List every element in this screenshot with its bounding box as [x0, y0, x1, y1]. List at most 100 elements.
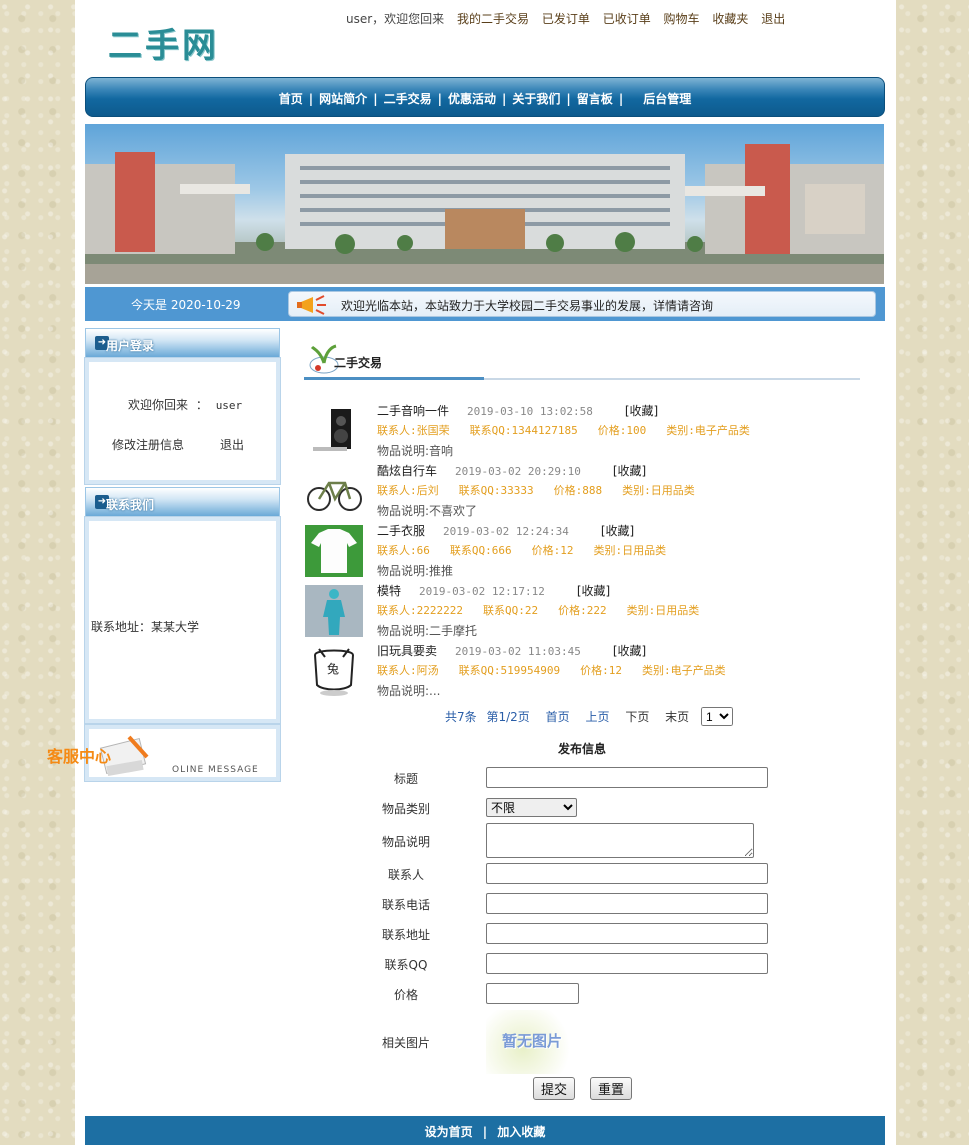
login-panel-body: 欢迎你回来 ： user 修改注册信息 退出: [84, 357, 281, 485]
goods-name[interactable]: 二手音响一件: [377, 404, 449, 418]
nav-intro[interactable]: 网站简介: [319, 92, 367, 106]
link-received-orders[interactable]: 已收订单: [603, 12, 651, 26]
goods-thumbnail-tshirt[interactable]: [305, 525, 363, 577]
nav-trade[interactable]: 二手交易: [384, 92, 432, 106]
login-welcome: 欢迎你回来 ： user: [128, 396, 242, 413]
link-logout[interactable]: 退出: [761, 12, 785, 26]
goods-name[interactable]: 模特: [377, 584, 401, 598]
today-date: 今天是 2020-10-29: [131, 298, 241, 312]
nav-separator: |: [502, 92, 507, 106]
set-homepage-link[interactable]: 设为首页: [425, 1125, 473, 1139]
online-message-panel[interactable]: OLINE MESSAGE: [84, 724, 281, 782]
pager-current: 第1/2页: [486, 709, 530, 724]
description-textarea[interactable]: [486, 823, 754, 858]
goods-item: 酷炫自行车 2019-03-02 20:29:10 [收藏] 联系人:后刘 联系QQ:…: [304, 462, 864, 522]
welcome-label: 欢迎你回来: [128, 398, 189, 412]
goods-qq: 联系QQ:666: [449, 544, 512, 557]
pager-first[interactable]: 首页: [546, 710, 570, 724]
goods-description: 物品说明:二手摩托: [377, 624, 478, 638]
favorite-button[interactable]: [收藏]: [613, 464, 646, 478]
edit-profile-link[interactable]: 修改注册信息: [112, 436, 184, 453]
nav-separator: |: [373, 92, 378, 106]
link-favorites[interactable]: 收藏夹: [712, 12, 748, 26]
favorite-button[interactable]: [收藏]: [601, 524, 634, 538]
contact-panel-header: ➜ 联系我们: [85, 487, 280, 517]
nav-separator: |: [437, 92, 442, 106]
pager-prev[interactable]: 上页: [585, 710, 609, 724]
nav-promotions[interactable]: 优惠活动: [448, 92, 496, 106]
page-container: 二手网 user，欢迎您回来 我的二手交易 已发订单 已收订单 购物车 收藏夹 …: [75, 0, 896, 1145]
bicycle-icon: [305, 465, 363, 517]
goods-thumbnail-bicycle[interactable]: [305, 465, 363, 517]
nav-home[interactable]: 首页: [279, 92, 303, 106]
goods-price: 价格:222: [558, 604, 607, 617]
qq-input[interactable]: [486, 953, 768, 974]
contact-input[interactable]: [486, 863, 768, 884]
contact-panel-title: 联系我们: [106, 498, 155, 512]
goods-date: 2019-03-02 12:17:12: [419, 585, 545, 598]
goods-date: 2019-03-02 20:29:10: [455, 465, 581, 478]
goods-thumbnail-figure[interactable]: [305, 585, 363, 637]
toy-bag-icon: 兔: [305, 645, 363, 697]
link-sent-orders[interactable]: 已发订单: [542, 12, 590, 26]
goods-description: 物品说明:不喜欢了: [377, 504, 478, 518]
goods-name[interactable]: 二手衣服: [377, 524, 425, 538]
goods-date: 2019-03-02 12:24:34: [443, 525, 569, 538]
link-my-trades[interactable]: 我的二手交易: [457, 12, 529, 26]
goods-contact: 联系人:66: [377, 544, 430, 557]
pagination: 共7条 第1/2页 首页 上页 下页 末页 1: [445, 707, 733, 726]
title-input[interactable]: [486, 767, 768, 788]
address-input[interactable]: [486, 923, 768, 944]
username: user: [215, 399, 243, 412]
login-panel-title: 用户登录: [106, 339, 155, 353]
welcome-text: user，欢迎您回来: [346, 12, 445, 26]
nav-separator: |: [618, 92, 624, 106]
goods-date: 2019-03-10 13:02:58: [467, 405, 593, 418]
goods-price: 价格:12: [580, 664, 622, 677]
goods-price: 价格:100: [597, 424, 647, 437]
goods-category: 类别:日用品类: [626, 604, 700, 617]
link-cart[interactable]: 购物车: [664, 12, 700, 26]
goods-date: 2019-03-02 11:03:45: [455, 645, 581, 658]
price-input[interactable]: [486, 983, 579, 1004]
label-title: 标题: [393, 772, 418, 786]
footer-separator: |: [482, 1125, 488, 1139]
reset-button[interactable]: 重置: [590, 1077, 632, 1100]
label-phone: 联系电话: [381, 898, 430, 912]
label-description: 物品说明: [381, 835, 430, 849]
sidebar-logout-link[interactable]: 退出: [220, 436, 244, 453]
nav-about[interactable]: 关于我们: [512, 92, 560, 106]
goods-qq: 联系QQ:1344127185: [469, 424, 578, 437]
announcement-marquee: 欢迎光临本站，本站致力于大学校园二手交易事业的发展，详情请咨询: [288, 291, 876, 317]
phone-input[interactable]: [486, 893, 768, 914]
category-select[interactable]: 不限: [486, 798, 577, 817]
favorite-button[interactable]: [收藏]: [625, 404, 658, 418]
goods-thumbnail-toy[interactable]: 兔: [305, 645, 363, 697]
goods-qq: 联系QQ:22: [482, 604, 539, 617]
goods-name[interactable]: 旧玩具要卖: [377, 644, 437, 658]
label-price: 价格: [393, 988, 418, 1002]
goods-name[interactable]: 酷炫自行车: [377, 464, 437, 478]
nav-guestbook[interactable]: 留言板: [577, 92, 613, 106]
favorite-button[interactable]: [收藏]: [613, 644, 646, 658]
add-favorite-link[interactable]: 加入收藏: [497, 1125, 545, 1139]
figure-icon: [305, 585, 363, 637]
section-underline-accent: [304, 377, 484, 380]
favorite-button[interactable]: [收藏]: [577, 584, 610, 598]
trade-section-header: 二手交易: [304, 341, 860, 381]
nav-admin[interactable]: 后台管理: [643, 92, 691, 106]
page-select[interactable]: 1: [701, 707, 733, 726]
goods-thumbnail-speaker[interactable]: [305, 405, 363, 457]
pager-total: 共7条: [445, 709, 477, 724]
pager-next[interactable]: 下页: [625, 710, 649, 724]
pager-last[interactable]: 末页: [665, 710, 689, 724]
goods-contact: 联系人:2222222: [377, 604, 463, 617]
site-logo[interactable]: 二手网: [108, 18, 219, 67]
login-panel-header: ➜ 用户登录: [85, 328, 280, 358]
goods-contact: 联系人:阿汤: [377, 664, 439, 677]
contact-panel-body: 联系地址：某某大学: [84, 516, 281, 724]
submit-button[interactable]: 提交: [533, 1077, 575, 1100]
customer-service-float[interactable]: 客服中心: [47, 743, 111, 767]
announcement-text: 欢迎光临本站，本站致力于大学校园二手交易事业的发展，详情请咨询: [341, 299, 714, 313]
welcome-colon: ：: [195, 398, 208, 412]
